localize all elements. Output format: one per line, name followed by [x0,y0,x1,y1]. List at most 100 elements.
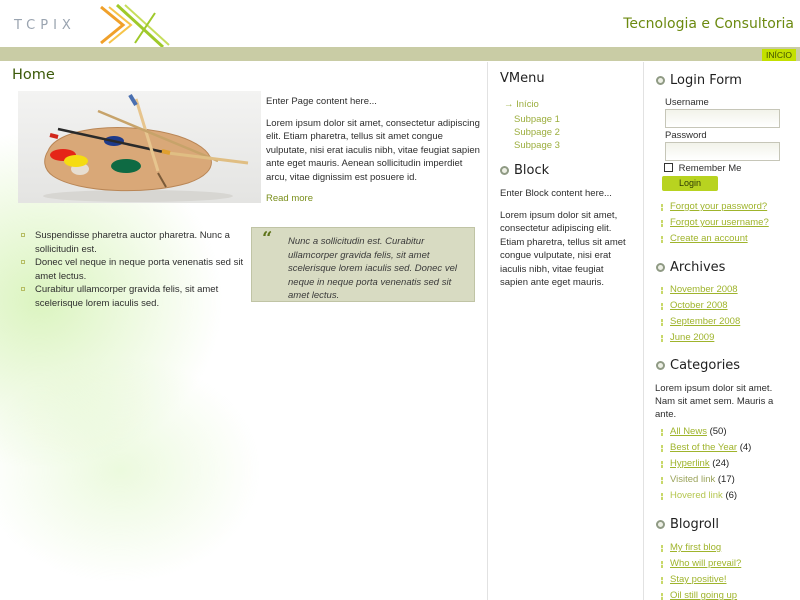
bullet-bar-icon [661,335,663,342]
login-header: Login Form [656,72,792,88]
remember-me-label: Remember Me [678,163,742,174]
nav-item-inicio[interactable]: INÍCIO [762,49,796,61]
category-count: (17) [717,474,735,485]
right-sidebar: Login Form Username Password Remember Me… [655,62,792,600]
archive-link[interactable]: June 2009 [670,332,714,343]
palette-illustration [43,93,249,202]
archives-title: Archives [670,259,726,275]
list-item: Donec vel neque in neque porta venenatis… [20,256,245,283]
remember-me-row: Remember Me [656,163,792,174]
page-title: Home [12,67,55,83]
top-nav-bar: INÍCIO [0,47,800,61]
list-item: Visited link (17) [656,472,792,488]
read-more-link[interactable]: Read more [266,193,313,204]
bullet-bar-icon [661,493,663,500]
vmenu: → Início Subpage 1 Subpage 2 Subpage 3 [500,98,634,152]
category-link[interactable]: Hyperlink [670,458,710,469]
bullet-bar-icon [661,429,663,436]
main-content: Home Enter Page content here... Lorem ip… [12,62,486,309]
intro-text: Enter Page content here... Lorem ipsum d… [266,95,480,214]
blogroll-link[interactable]: Oil still going up [670,590,737,600]
circle-bullet-icon [656,519,665,529]
list-item: June 2009 [656,330,792,346]
vmenu-item-inicio[interactable]: → Início [500,98,634,111]
blogroll-link[interactable]: Stay positive! [670,574,727,585]
bullet-bar-icon [661,593,663,600]
category-count: (4) [739,442,752,453]
middle-sidebar: VMenu → Início Subpage 1 Subpage 2 Subpa… [500,62,634,290]
create-account-link[interactable]: Create an account [670,233,748,244]
archives-header: Archives [656,259,792,275]
block-text: Lorem ipsum dolor sit amet, consectetur … [500,209,626,289]
list-item: My first blog [656,540,792,556]
vmenu-item-subpage-3[interactable]: Subpage 3 [500,139,634,152]
login-title: Login Form [670,72,742,88]
archives-list: November 2008 October 2008 September 200… [656,282,792,346]
intro-paragraph: Lorem ipsum dolor sit amet, consectetur … [266,117,480,183]
categories-list: All News (50) Best of the Year (4) Hyper… [656,424,792,504]
bullet-bar-icon [661,477,663,484]
blockquote: “ Nunc a sollicitudin est. Curabitur ull… [251,227,475,302]
list-item: Create an account [656,231,792,247]
logo-text[interactable]: TCPIX [14,18,76,33]
forgot-password-link[interactable]: Forgot your password? [670,201,767,212]
login-button[interactable]: Login [662,176,718,191]
password-label: Password [665,130,707,141]
archive-link[interactable]: November 2008 [670,284,738,295]
vmenu-item-subpage-2[interactable]: Subpage 2 [500,126,634,139]
blogroll-title: Blogroll [670,516,719,532]
remember-me-checkbox[interactable] [664,163,673,172]
bullet-bar-icon [661,236,663,243]
bullet-bar-icon [661,561,663,568]
category-link-hovered[interactable]: Hovered link [670,490,723,501]
circle-bullet-icon [500,165,509,175]
list-item: Who will prevail? [656,556,792,572]
bullet-bar-icon [661,220,663,227]
list-item: November 2008 [656,282,792,298]
quote-mark-icon: “ [262,228,273,249]
column-divider [643,62,644,600]
blogroll-link[interactable]: Who will prevail? [670,558,741,569]
forgot-username-link[interactable]: Forgot your username? [670,217,769,228]
site-header: TCPIX Tecnologia e Consultoria [0,0,800,47]
bullet-bar-icon [661,461,663,468]
username-field[interactable] [665,109,780,128]
list-item: October 2008 [656,298,792,314]
blogroll-link[interactable]: My first blog [670,542,721,553]
bullet-bar-icon [661,445,663,452]
category-link-visited[interactable]: Visited link [670,474,715,485]
blogroll-list: My first blog Who will prevail? Stay pos… [656,540,792,600]
bullet-bar-icon [661,577,663,584]
login-links: Forgot your password? Forgot your userna… [656,199,792,247]
categories-title: Categories [670,357,741,373]
block-header: Block [500,162,634,178]
list-item: Suspendisse pharetra auctor pharetra. Nu… [20,229,245,256]
vmenu-item-subpage-1[interactable]: Subpage 1 [500,113,634,126]
list-item: All News (50) [656,424,792,440]
list-item: Curabitur ullamcorper gravida felis, sit… [20,283,245,310]
circle-bullet-icon [656,262,665,272]
categories-intro: Lorem ipsum dolor sit amet. Nam sit amet… [655,383,774,420]
square-bullet-icon [21,260,25,264]
list-item: Hyperlink (24) [656,456,792,472]
archive-link[interactable]: September 2008 [670,316,740,327]
category-count: (6) [725,490,738,501]
category-link[interactable]: Best of the Year [670,442,737,453]
username-label: Username [665,97,709,108]
column-divider [487,62,488,600]
category-link[interactable]: All News [670,426,707,437]
square-bullet-icon [21,287,25,291]
list-item: Forgot your password? [656,199,792,215]
bullet-bar-icon [661,545,663,552]
square-bullet-icon [21,233,25,237]
list-item: Hovered link (6) [656,488,792,504]
circle-bullet-icon [656,360,665,370]
category-count: (24) [712,458,730,469]
bullet-bar-icon [661,287,663,294]
logo-arrows-icon [100,3,170,47]
list-item: Forgot your username? [656,215,792,231]
archive-link[interactable]: October 2008 [670,300,728,311]
password-field[interactable] [665,142,780,161]
quote-text: Nunc a sollicitudin est. Curabitur ullam… [288,236,457,301]
bullet-bar-icon [661,319,663,326]
